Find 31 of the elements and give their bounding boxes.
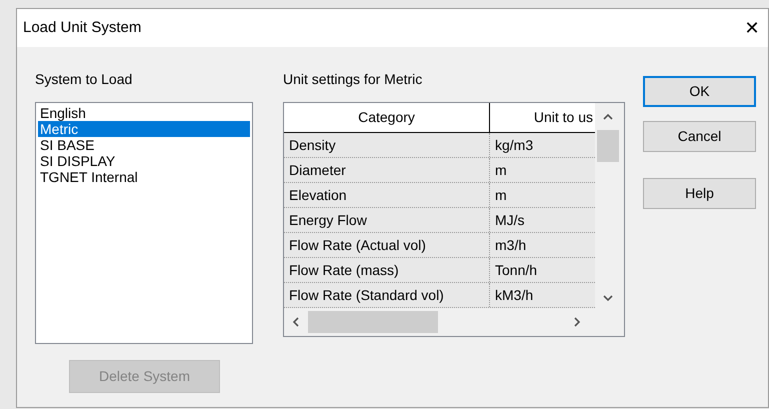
dialog-button[interactable]: Help [643,178,756,209]
scroll-thumb[interactable] [597,130,619,162]
column-header[interactable]: Unit to us [490,103,595,132]
table-cell: Flow Rate (mass) [284,258,490,282]
window-title: Load Unit System [23,18,142,38]
table-cell: Flow Rate (Standard vol) [284,283,490,307]
table-cell-text: kg/m3 [494,136,534,155]
dialog-button[interactable]: Cancel [643,121,756,152]
table-cell-text: m [494,160,508,180]
list-item[interactable]: TGNET Internal [38,169,250,185]
table-cell-text: kM3/h [494,286,534,304]
system-list[interactable]: English Metric SI BASE SI DISPLAY TGNET Internal [35,102,253,344]
table-cell-text: m [494,186,508,204]
scroll-thumb[interactable] [308,311,438,333]
dialog-button[interactable]: OK [643,76,756,107]
list-item[interactable]: SI DISPLAY [38,153,250,169]
list-item[interactable]: English [38,105,250,121]
column-header[interactable]: Category [284,103,490,132]
table-cell: Elevation [284,183,490,207]
table-cell-text: MJ/s [494,210,526,230]
list-item[interactable]: SI BASE [38,137,250,153]
table-cell: Energy Flow [284,208,490,232]
grid-label: Unit settings for Metric [283,70,424,89]
table-cell-text: Tonn/h [494,260,538,280]
table-cell-text: m3/h [494,236,528,254]
close-button[interactable]: ✕ [740,14,764,42]
list-label: System to Load [35,70,134,89]
table-cell: Diameter [284,158,490,182]
table-cell: Flow Rate (Actual vol) [284,233,490,257]
list-item[interactable]: Metric [38,121,250,137]
table-cell: Density [284,133,490,157]
